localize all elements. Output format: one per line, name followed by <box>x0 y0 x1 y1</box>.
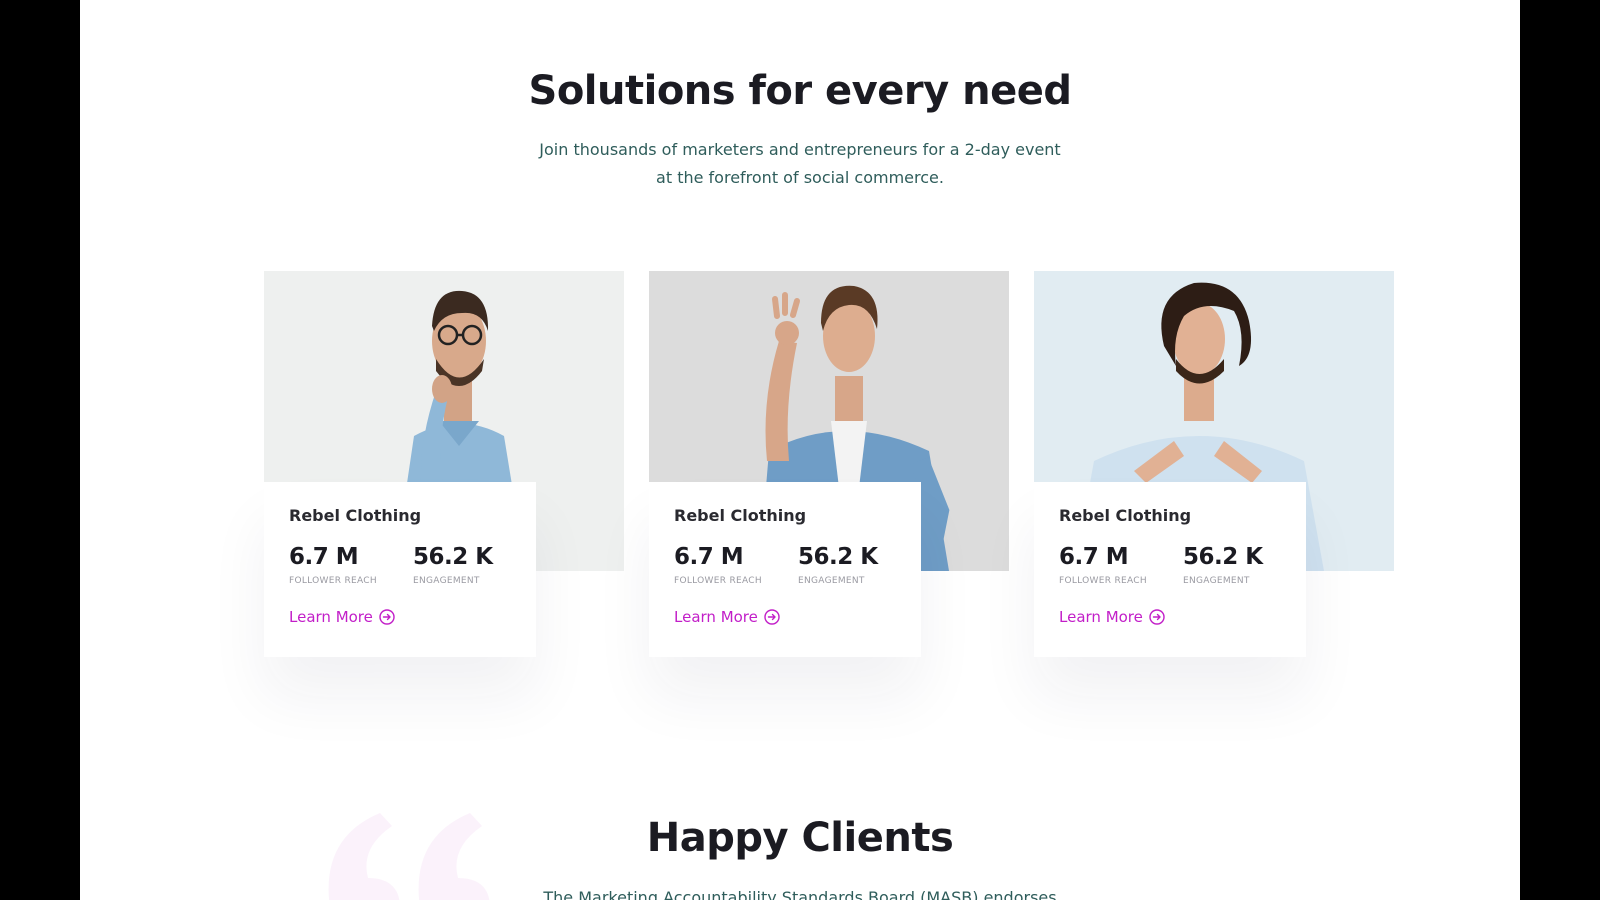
follower-reach-value: 6.7 M <box>289 544 359 570</box>
influencer-card: Rebel Clothing 6.7 M FOLLOWER REACH 56.2… <box>1034 271 1394 721</box>
solutions-subtitle: Join thousands of marketers and entrepre… <box>539 140 1061 187</box>
solutions-title: Solutions for every need <box>528 68 1072 114</box>
learn-more-link[interactable]: Learn More <box>674 608 780 626</box>
card-info: Rebel Clothing 6.7 M FOLLOWER REACH 56.2… <box>649 482 921 657</box>
card-info: Rebel Clothing 6.7 M FOLLOWER REACH 56.2… <box>1034 482 1306 657</box>
arrow-circle-right-icon <box>764 609 780 625</box>
brand-name: Rebel Clothing <box>674 506 807 525</box>
learn-more-label: Learn More <box>1059 608 1143 626</box>
clients-title: Happy Clients <box>646 815 954 861</box>
engagement-stat: 56.2 K ENGAGEMENT <box>1183 544 1263 586</box>
arrow-circle-right-icon <box>1149 609 1165 625</box>
arrow-circle-right-icon <box>379 609 395 625</box>
engagement-value: 56.2 K <box>1183 544 1263 570</box>
influencer-card: Rebel Clothing 6.7 M FOLLOWER REACH 56.2… <box>649 271 1009 721</box>
follower-reach-stat: 6.7 M FOLLOWER REACH <box>1059 544 1147 586</box>
page: Solutions for every need Join thousands … <box>80 0 1520 900</box>
card-info: Rebel Clothing 6.7 M FOLLOWER REACH 56.2… <box>264 482 536 657</box>
follower-reach-stat: 6.7 M FOLLOWER REACH <box>289 544 377 586</box>
learn-more-link[interactable]: Learn More <box>1059 608 1165 626</box>
brand-name: Rebel Clothing <box>289 506 422 525</box>
learn-more-label: Learn More <box>674 608 758 626</box>
engagement-label: ENGAGEMENT <box>413 576 480 586</box>
follower-reach-label: FOLLOWER REACH <box>674 576 762 586</box>
follower-reach-label: FOLLOWER REACH <box>289 576 377 586</box>
follower-reach-label: FOLLOWER REACH <box>1059 576 1147 586</box>
influencer-card: Rebel Clothing 6.7 M FOLLOWER REACH 56.2… <box>264 271 624 721</box>
engagement-label: ENGAGEMENT <box>798 576 865 586</box>
learn-more-link[interactable]: Learn More <box>289 608 395 626</box>
follower-reach-value: 6.7 M <box>1059 544 1129 570</box>
engagement-value: 56.2 K <box>798 544 878 570</box>
engagement-label: ENGAGEMENT <box>1183 576 1250 586</box>
follower-reach-stat: 6.7 M FOLLOWER REACH <box>674 544 762 586</box>
brand-name: Rebel Clothing <box>1059 506 1192 525</box>
clients-text: The Marketing Accountability Standards B… <box>543 888 1057 900</box>
follower-reach-value: 6.7 M <box>674 544 744 570</box>
engagement-value: 56.2 K <box>413 544 493 570</box>
learn-more-label: Learn More <box>289 608 373 626</box>
engagement-stat: 56.2 K ENGAGEMENT <box>413 544 493 586</box>
engagement-stat: 56.2 K ENGAGEMENT <box>798 544 878 586</box>
